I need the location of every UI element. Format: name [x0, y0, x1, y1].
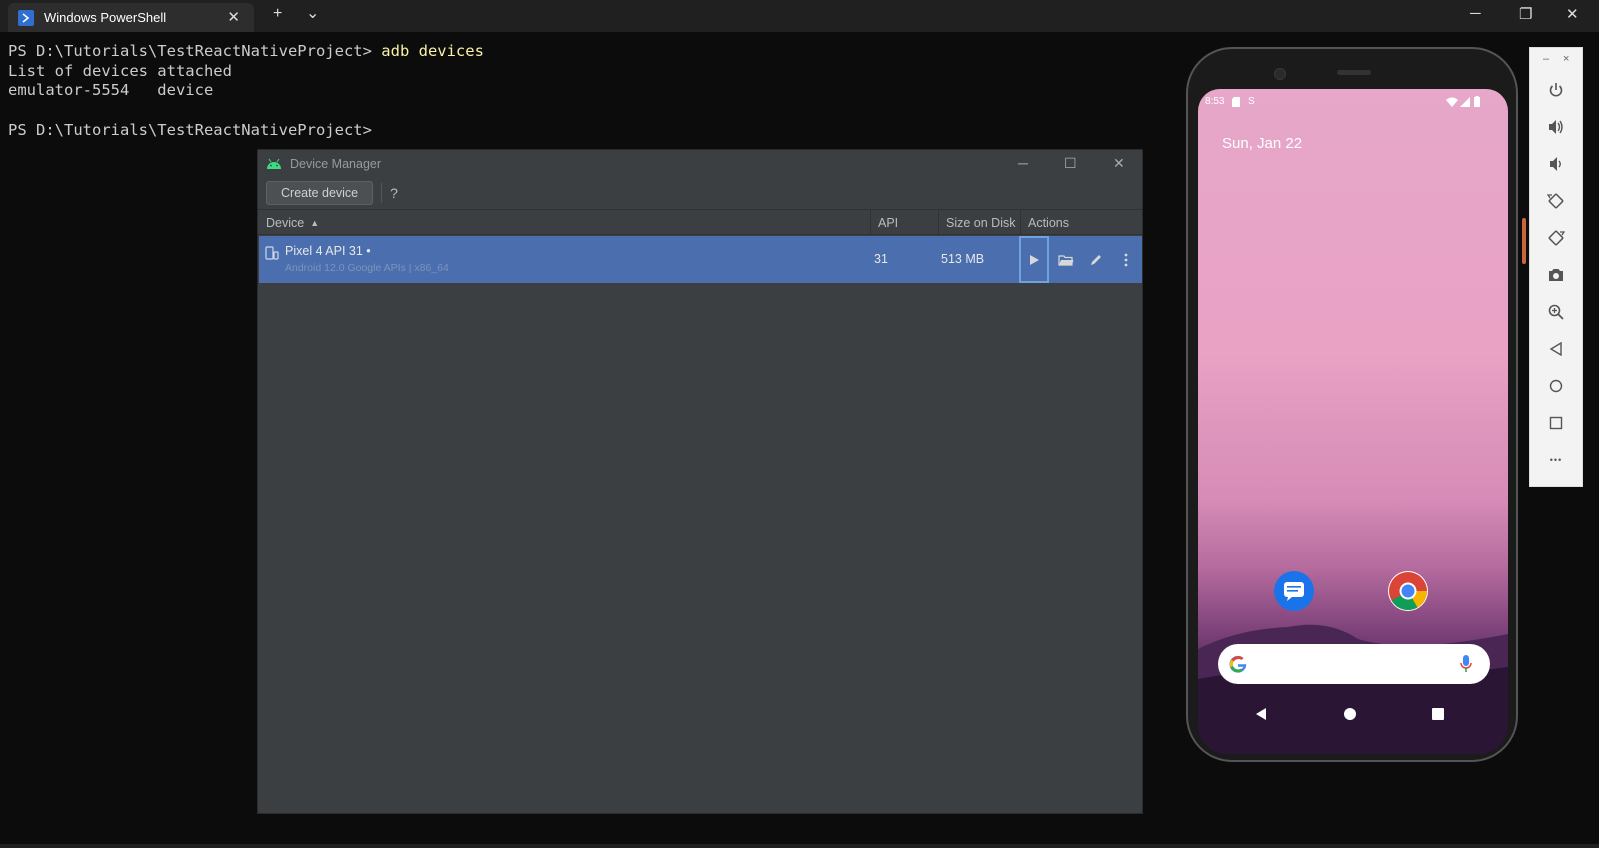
output-line-1: List of devices attached: [8, 61, 232, 80]
sort-ascending-icon: ▲: [310, 217, 320, 228]
window-close-icon[interactable]: ✕: [1566, 5, 1579, 23]
nav-recents-icon[interactable]: [1431, 707, 1445, 721]
phone-side-button: [1522, 218, 1526, 264]
edit-button[interactable]: [1081, 236, 1111, 283]
emulator-phone-frame: 8:53 S Sun, Jan 22: [1186, 47, 1518, 762]
prompt-2: PS D:\Tutorials\TestReactNativeProject>: [8, 120, 372, 139]
tab-windows-powershell[interactable]: Windows PowerShell ✕: [8, 3, 254, 32]
help-icon[interactable]: ?: [390, 185, 398, 201]
status-s-icon: S: [1248, 96, 1255, 107]
status-time: 8:53: [1205, 96, 1225, 107]
volume-down-icon[interactable]: [1546, 154, 1566, 174]
rotate-right-icon[interactable]: [1546, 228, 1566, 248]
nav-back-icon[interactable]: [1254, 707, 1268, 721]
nav-home-icon[interactable]: [1343, 707, 1357, 721]
device-size: 513 MB: [941, 252, 985, 266]
folder-icon: [1058, 254, 1074, 266]
column-api[interactable]: API: [870, 210, 938, 235]
chevron-down-icon[interactable]: ⌄: [306, 3, 319, 23]
restore-icon[interactable]: ❐: [1519, 5, 1532, 23]
wifi-icon: [1446, 97, 1458, 107]
zoom-icon[interactable]: [1546, 302, 1566, 322]
powershell-icon: [18, 9, 34, 26]
dm-maximize-icon[interactable]: ☐: [1064, 155, 1077, 172]
device-manager-title: Device Manager: [290, 157, 382, 171]
column-device[interactable]: Device ▲: [258, 210, 870, 235]
device-details: Android 12.0 Google APIs | x86_64: [285, 262, 449, 274]
terminal-output[interactable]: PS D:\Tutorials\TestReactNativeProject> …: [8, 42, 484, 141]
launch-button[interactable]: [1019, 236, 1049, 283]
camera-icon[interactable]: [1546, 265, 1566, 285]
microphone-icon[interactable]: [1460, 654, 1472, 674]
emulator-close-icon[interactable]: ×: [1563, 53, 1569, 65]
emulator-toolbar: – × •••: [1529, 47, 1583, 487]
device-table-header: Device ▲ API Size on Disk Actions: [258, 209, 1142, 235]
tab-title: Windows PowerShell: [44, 10, 167, 25]
home-icon[interactable]: [1546, 376, 1566, 396]
show-on-disk-button[interactable]: [1051, 236, 1081, 283]
home-date[interactable]: Sun, Jan 22: [1222, 135, 1302, 152]
tab-close-icon[interactable]: ✕: [227, 8, 240, 26]
back-icon[interactable]: [1546, 339, 1566, 359]
output-line-2: emulator-5554 device: [8, 81, 214, 100]
play-icon: [1030, 254, 1039, 265]
power-icon[interactable]: [1546, 80, 1566, 100]
device-manager-toolbar: Create device ?: [258, 178, 1142, 208]
status-bar: 8:53 S: [1198, 96, 1508, 110]
sd-card-icon: [1232, 97, 1240, 107]
dm-close-icon[interactable]: ✕: [1113, 155, 1125, 172]
earpiece-speaker: [1337, 70, 1371, 75]
emulator-minimize-icon[interactable]: –: [1543, 53, 1549, 65]
device-manager-window: Device Manager ─ ☐ ✕ Create device ? Dev…: [257, 149, 1143, 814]
google-search-bar[interactable]: [1218, 644, 1490, 684]
kebab-menu-icon: [1124, 253, 1128, 266]
taskbar-edge: [0, 844, 1599, 848]
terminal-tabbar: Windows PowerShell ✕ + ⌄ ─ ❐ ✕: [0, 0, 1599, 32]
android-icon: [267, 158, 281, 169]
chrome-app-icon[interactable]: [1388, 571, 1428, 611]
toolbar-divider: [381, 183, 383, 203]
messages-app-icon[interactable]: [1274, 571, 1314, 611]
phone-home-screen[interactable]: 8:53 S Sun, Jan 22: [1198, 89, 1508, 754]
column-actions: Actions: [1028, 215, 1069, 230]
device-api: 31: [874, 252, 888, 266]
column-device-label: Device: [266, 215, 305, 230]
column-size[interactable]: Size on Disk: [938, 210, 1020, 235]
command-adb: adb devices: [381, 42, 484, 60]
front-camera: [1274, 68, 1286, 80]
signal-icon: [1460, 97, 1470, 107]
pencil-icon: [1091, 254, 1101, 265]
table-row[interactable]: Pixel 4 API 31 • Android 12.0 Google API…: [259, 236, 1142, 283]
more-actions-button[interactable]: [1111, 236, 1141, 283]
dm-minimize-icon[interactable]: ─: [1018, 155, 1028, 171]
overview-icon[interactable]: [1546, 413, 1566, 433]
new-tab-icon[interactable]: +: [273, 5, 282, 23]
more-icon[interactable]: •••: [1546, 450, 1566, 470]
device-manager-titlebar: Device Manager: [258, 150, 1142, 178]
rotate-left-icon[interactable]: [1546, 191, 1566, 211]
prompt-1: PS D:\Tutorials\TestReactNativeProject>: [8, 42, 382, 60]
create-device-button[interactable]: Create device: [266, 181, 374, 205]
device-name: Pixel 4 API 31 •: [285, 244, 371, 258]
minimize-icon[interactable]: ─: [1470, 5, 1481, 22]
google-logo-icon: [1229, 655, 1247, 673]
battery-icon: [1474, 96, 1480, 107]
device-type-icon: [265, 246, 279, 260]
volume-up-icon[interactable]: [1546, 117, 1566, 137]
